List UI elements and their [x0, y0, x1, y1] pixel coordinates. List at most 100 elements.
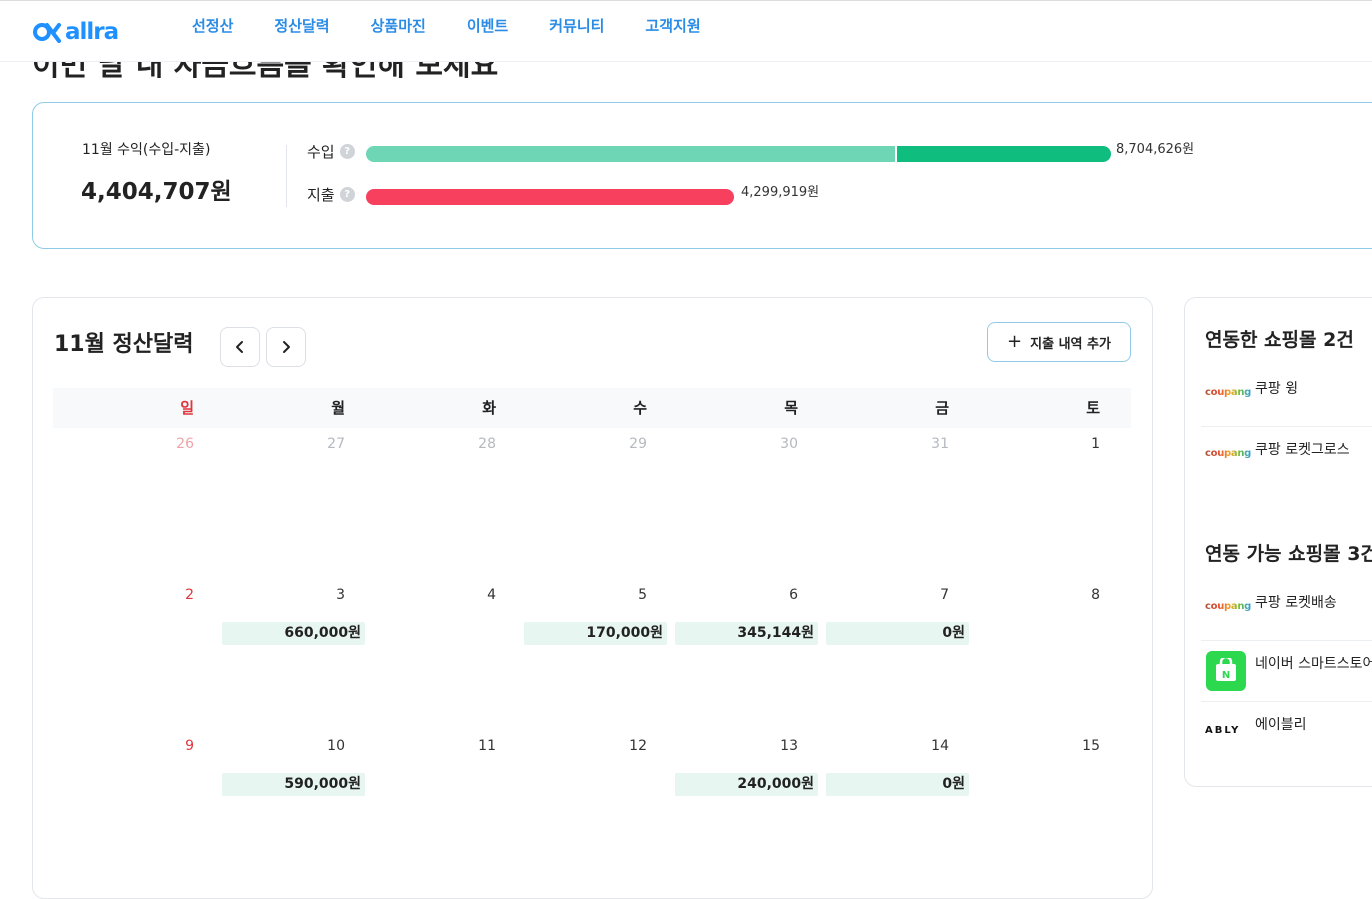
- summary-divider: [286, 145, 287, 207]
- prev-month-button[interactable]: [220, 327, 260, 367]
- income-label: 수입: [307, 143, 335, 161]
- day-number: 10: [327, 738, 345, 754]
- day-number: 26: [176, 436, 194, 452]
- chevron-left-icon: [236, 341, 243, 353]
- profit-label: 11월 수익(수입-지출): [82, 142, 211, 158]
- day-number: 9: [185, 738, 194, 754]
- settlement-amount[interactable]: 0원: [826, 622, 969, 645]
- allra-logo[interactable]: allra: [32, 18, 119, 46]
- nav-events[interactable]: 이벤트: [467, 15, 508, 36]
- settlement-amount[interactable]: 345,144원: [675, 622, 818, 645]
- settlement-amount[interactable]: 590,000원: [222, 773, 365, 796]
- day-number: 11: [478, 738, 496, 754]
- income-amount: 8,704,626원: [1116, 142, 1195, 157]
- calendar-day-cell[interactable]: 10 590,000원: [204, 730, 365, 881]
- settlement-amount[interactable]: 170,000원: [524, 622, 667, 645]
- top-header: allra 선정산 정산달력 상품마진 이벤트 커뮤니티 고객지원: [0, 0, 1372, 62]
- nav-settlement-calendar[interactable]: 정산달력: [274, 15, 329, 36]
- day-number: 4: [487, 587, 496, 603]
- weekday-label: 목: [784, 399, 798, 417]
- mall-name: 네이버 스마트스토어: [1255, 656, 1372, 672]
- weekday-label: 토: [1086, 399, 1100, 417]
- logo-text: allra: [65, 19, 119, 45]
- mall-row[interactable]: ABLY 에이블리: [1201, 701, 1372, 762]
- calendar-day-cell[interactable]: 3 660,000원: [204, 579, 365, 730]
- coupang-logo: coupang: [1205, 387, 1252, 398]
- next-month-button[interactable]: [266, 327, 306, 367]
- calendar-day-cell[interactable]: 7 0원: [808, 579, 969, 730]
- day-number: 8: [1091, 587, 1100, 603]
- settlement-amount[interactable]: 660,000원: [222, 622, 365, 645]
- naver-smartstore-icon: N: [1206, 651, 1246, 691]
- weekday-label: 일: [180, 399, 194, 417]
- settlement-amount[interactable]: 240,000원: [675, 773, 818, 796]
- day-number: 29: [629, 436, 647, 452]
- ably-logo: ABLY: [1205, 725, 1241, 736]
- allra-logo-icon: [33, 23, 61, 43]
- mall-row[interactable]: coupang 쿠팡 윙: [1201, 365, 1372, 427]
- expense-bar-fill: [366, 189, 734, 205]
- weekday-label: 수: [633, 399, 647, 417]
- calendar-day-cell[interactable]: 9: [53, 730, 204, 881]
- income-label-group: 수입 ?: [307, 141, 355, 162]
- day-number: 31: [931, 436, 949, 452]
- weekday-header: 일월화수목금토: [53, 388, 1131, 428]
- calendar-day-cell[interactable]: 15: [959, 730, 1110, 881]
- income-bar-settled: [897, 146, 1111, 162]
- calendar-day-cell[interactable]: 6 345,144원: [657, 579, 818, 730]
- linked-malls-heading: 연동한 쇼핑몰 2건: [1205, 329, 1354, 351]
- settlement-amount[interactable]: 0원: [826, 773, 969, 796]
- calendar-day-cell[interactable]: 2: [53, 579, 204, 730]
- mall-row[interactable]: coupang 쿠팡 로켓배송: [1201, 579, 1372, 641]
- day-number: 7: [940, 587, 949, 603]
- nav-pre-settlement[interactable]: 선정산: [192, 15, 233, 36]
- calendar-day-cell[interactable]: 29: [506, 428, 657, 579]
- day-number: 3: [336, 587, 345, 603]
- day-number: 30: [780, 436, 798, 452]
- coupang-logo: coupang: [1205, 601, 1252, 612]
- available-malls-heading: 연동 가능 쇼핑몰 3건: [1205, 543, 1372, 565]
- chevron-right-icon: [283, 341, 290, 353]
- plus-icon: +: [1007, 331, 1023, 352]
- day-number: 12: [629, 738, 647, 754]
- day-number: 14: [931, 738, 949, 754]
- nav-customer-support[interactable]: 고객지원: [645, 15, 700, 36]
- weekday-label: 화: [482, 399, 496, 417]
- day-number: 2: [185, 587, 194, 603]
- calendar-day-cell[interactable]: 14 0원: [808, 730, 969, 881]
- weekday-label: 월: [331, 399, 345, 417]
- calendar-day-cell[interactable]: 1: [959, 428, 1110, 579]
- add-expense-button[interactable]: + 지출 내역 추가: [987, 322, 1131, 362]
- calendar-title: 11월 정산달력: [54, 332, 194, 357]
- mall-name: 쿠팡 로켓배송: [1255, 595, 1337, 611]
- profit-value: 4,404,707원: [81, 179, 232, 205]
- calendar-day-cell[interactable]: 4: [355, 579, 506, 730]
- nav-product-margin[interactable]: 상품마진: [371, 15, 426, 36]
- income-bar-pending: [366, 146, 895, 162]
- settlement-calendar-card: 11월 정산달력 + 지출 내역 추가 일월화수목금토 26 27 28 29 30 31…: [32, 297, 1153, 899]
- income-help-icon[interactable]: ?: [339, 144, 355, 159]
- calendar-day-cell[interactable]: 31: [808, 428, 959, 579]
- day-number: 13: [780, 738, 798, 754]
- nav-community[interactable]: 커뮤니티: [549, 15, 604, 36]
- calendar-day-cell[interactable]: 13 240,000원: [657, 730, 818, 881]
- expense-help-icon[interactable]: ?: [339, 187, 355, 202]
- calendar-day-cell[interactable]: 11: [355, 730, 506, 881]
- weekday-label: 금: [935, 399, 949, 417]
- calendar-day-cell[interactable]: 5 170,000원: [506, 579, 667, 730]
- mall-name: 쿠팡 로켓그로스: [1255, 442, 1350, 458]
- calendar-day-cell[interactable]: 8: [959, 579, 1110, 730]
- linked-malls-card: 연동한 쇼핑몰 2건 연동 가능 쇼핑몰 3건 coupang 쿠팡 윙 coupa…: [1184, 297, 1372, 787]
- calendar-day-cell[interactable]: 30: [657, 428, 808, 579]
- calendar-day-cell[interactable]: 27: [204, 428, 355, 579]
- mall-row[interactable]: coupang 쿠팡 로켓그로스: [1201, 426, 1372, 487]
- monthly-summary-card: 11월 수익(수입-지출) 4,404,707원 수입 ? 8,704,626원…: [32, 102, 1372, 249]
- mall-row[interactable]: N 네이버 스마트스토어: [1201, 640, 1372, 702]
- calendar-day-cell[interactable]: 28: [355, 428, 506, 579]
- calendar-day-cell[interactable]: 12: [506, 730, 657, 881]
- calendar-day-cell[interactable]: 26: [53, 428, 204, 579]
- add-expense-label: 지출 내역 추가: [1030, 336, 1111, 352]
- coupang-logo: coupang: [1205, 448, 1252, 459]
- mall-name: 쿠팡 윙: [1255, 381, 1299, 397]
- day-number: 27: [327, 436, 345, 452]
